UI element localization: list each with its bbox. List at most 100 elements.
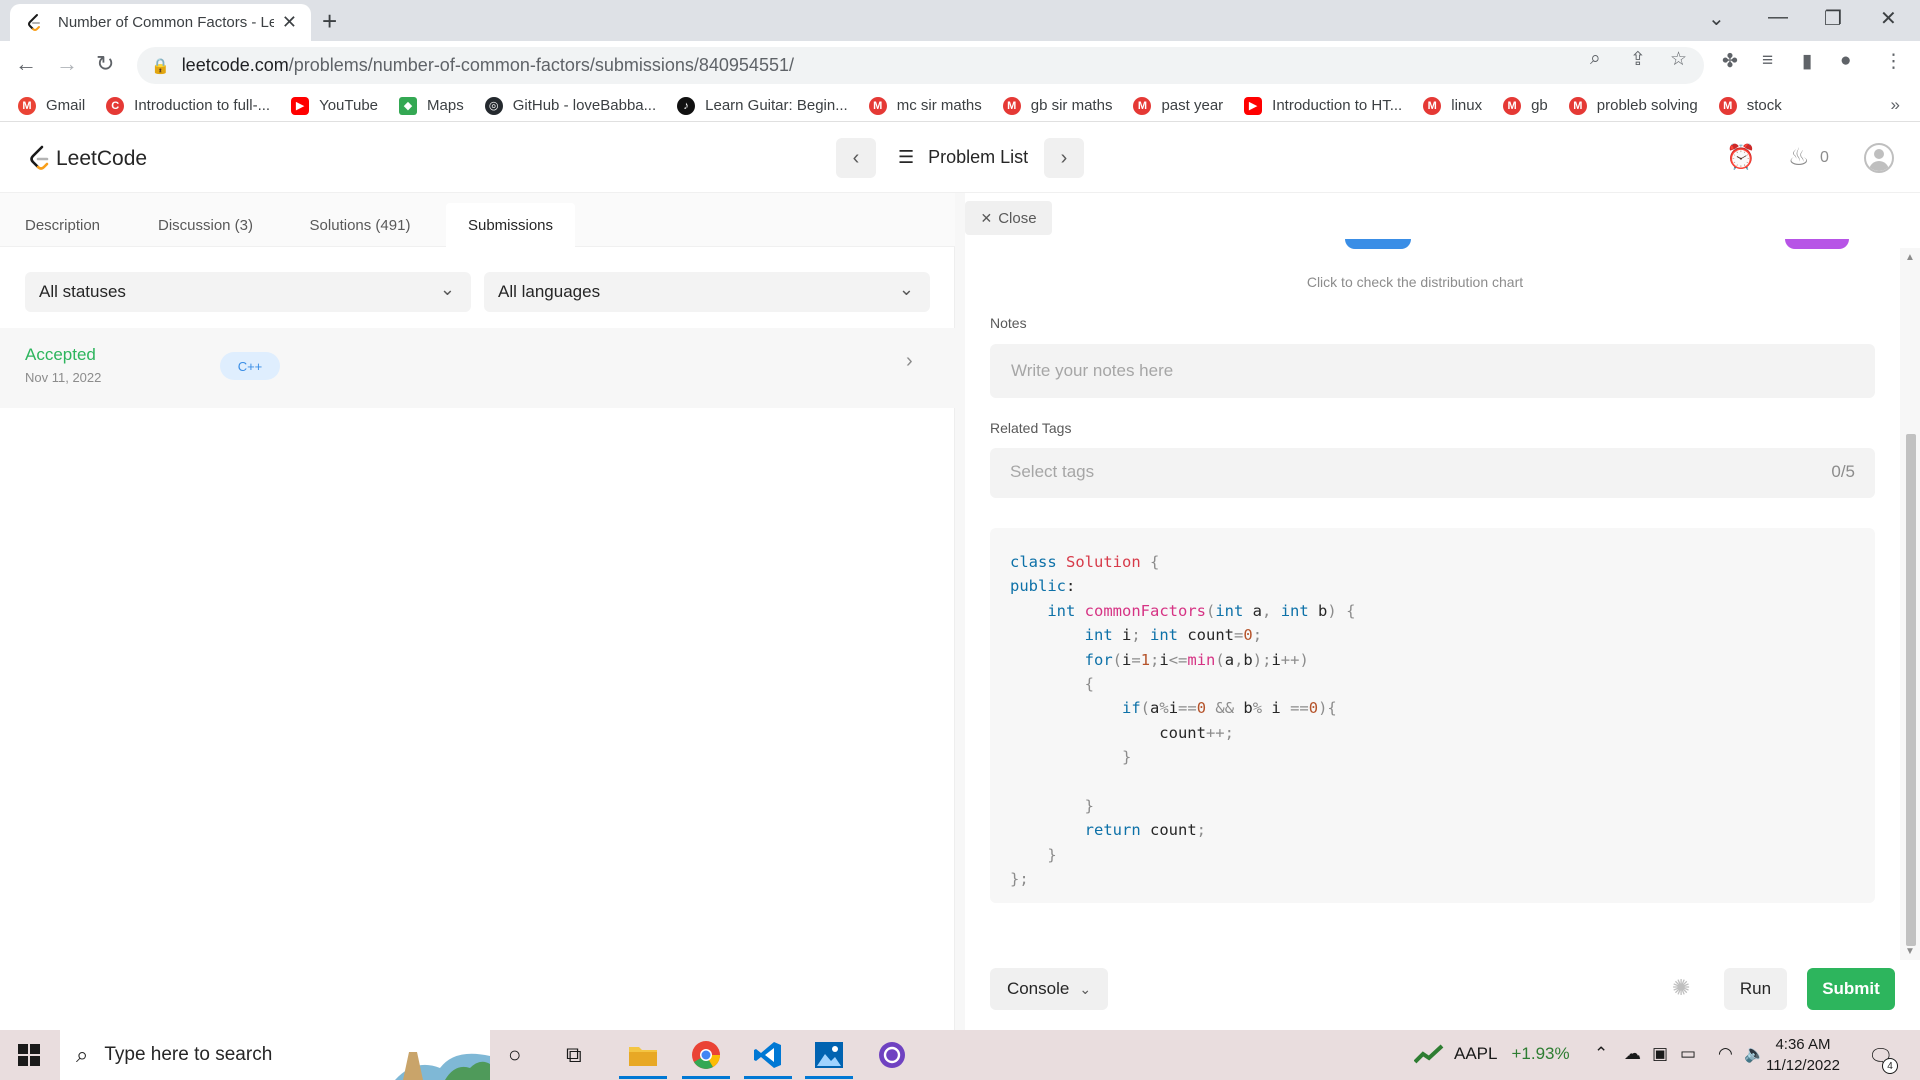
memory-chart-pill[interactable] [1785, 239, 1849, 249]
avatar[interactable] [1864, 143, 1894, 173]
cortana-icon[interactable]: ○ [508, 1042, 521, 1068]
bookmark-past-year[interactable]: Mpast year [1133, 96, 1223, 115]
runtime-chart-pill[interactable] [1345, 239, 1411, 249]
right-pane-scrollbar[interactable]: ▲ ▼ [1900, 248, 1920, 960]
scroll-up-icon[interactable]: ▲ [1905, 252, 1915, 263]
leetcode-logo[interactable]: LeetCode [28, 145, 147, 173]
prev-problem-button[interactable]: ‹ [836, 138, 876, 178]
search-icon[interactable]: ⌕ [1590, 48, 1601, 70]
code-line-11: } [1084, 796, 1094, 815]
meet-now-icon[interactable]: ▣ [1652, 1044, 1668, 1064]
youtube-icon: ▶ [1244, 96, 1263, 115]
github-desktop-icon[interactable] [874, 1038, 910, 1072]
browser-tab-title: Number of Common Factors - Le [58, 14, 274, 31]
bookmark-gb[interactable]: Mgb [1503, 96, 1548, 115]
scroll-down-icon[interactable]: ▼ [1905, 946, 1915, 957]
bookmark-star-icon[interactable]: ☆ [1670, 48, 1687, 71]
media-control-icon[interactable]: ≡ [1762, 50, 1773, 72]
console-button[interactable]: Console ⌄ [990, 968, 1108, 1010]
menu-icon[interactable]: ⋮ [1884, 50, 1903, 73]
bookmark-stock[interactable]: Mstock [1718, 96, 1782, 115]
volume-icon[interactable]: 🔈 [1744, 1044, 1765, 1064]
language-filter-select[interactable]: All languages ⌄ [484, 272, 930, 312]
browser-tab[interactable]: Number of Common Factors - Le ✕ [10, 4, 311, 41]
code-line-12: return count; [1084, 821, 1206, 840]
side-panel-icon[interactable]: ▮ [1802, 50, 1812, 73]
new-tab-icon[interactable]: + [322, 6, 337, 37]
tags-select[interactable]: Select tags 0/5 [990, 448, 1875, 498]
bookmark-problem-solving[interactable]: Mprobleb solving [1568, 96, 1698, 115]
bookmark-mc-sir-maths[interactable]: Mmc sir maths [868, 96, 982, 115]
forward-icon[interactable]: → [56, 51, 78, 77]
bookmark-gb-sir-maths[interactable]: Mgb sir maths [1002, 96, 1112, 115]
url-omnibox[interactable]: 🔒 leetcode.com/problems/number-of-common… [137, 47, 1704, 84]
show-hidden-icons-icon[interactable]: ⌃ [1594, 1044, 1608, 1064]
code-block[interactable]: class Solution { public: int commonFacto… [990, 528, 1875, 903]
tab-submissions[interactable]: Submissions [446, 203, 575, 247]
notification-count-badge: 4 [1882, 1058, 1898, 1074]
share-icon[interactable]: ⇪ [1630, 48, 1646, 71]
stock-widget[interactable]: AAPL +1.93% [1414, 1044, 1570, 1064]
next-problem-button[interactable]: › [1044, 138, 1084, 178]
tab-search-icon[interactable]: ⌄ [1708, 6, 1725, 31]
left-pane: Description Discussion (3) Solutions (49… [0, 193, 955, 1030]
code-line-9: } [1121, 748, 1132, 767]
bookmark-youtube[interactable]: ▶ YouTube [291, 96, 378, 115]
bookmark-intro-html[interactable]: ▶ Introduction to HT... [1244, 96, 1402, 115]
bookmarks-bar: M Gmail C Introduction to full-... ▶ YouTub… [0, 90, 1920, 122]
tab-solutions[interactable]: Solutions (491) [290, 203, 430, 247]
notes-input[interactable]: Write your notes here [990, 344, 1875, 398]
debug-bug-icon[interactable]: ✺ [1672, 975, 1690, 1001]
code-line-13: } [1047, 845, 1057, 864]
code-line-7: if(a%i==0 && b% i ==0){ [1121, 699, 1337, 718]
back-icon[interactable]: ← [15, 51, 37, 77]
close-tab-icon[interactable]: ✕ [282, 12, 297, 33]
code-line-4: int i; int count=0; [1084, 626, 1263, 645]
alarm-clock-icon[interactable]: ⏰ [1726, 143, 1756, 172]
tab-description[interactable]: Description [0, 203, 125, 247]
photos-icon[interactable] [811, 1038, 847, 1072]
bookmark-gmail[interactable]: M Gmail [18, 96, 85, 115]
system-clock[interactable]: 4:36 AM 11/12/2022 [1766, 1034, 1840, 1076]
battery-icon[interactable]: ▭ [1680, 1044, 1696, 1064]
m-icon: M [1002, 96, 1021, 115]
tab-discussion[interactable]: Discussion (3) [142, 203, 269, 247]
run-button[interactable]: Run [1724, 968, 1787, 1010]
bookmark-guitar[interactable]: ♪ Learn Guitar: Begin... [677, 96, 848, 115]
streak-flame-icon[interactable]: ♨ [1788, 143, 1810, 172]
photos-active-indicator [805, 1076, 853, 1079]
restore-icon[interactable]: ❐ [1824, 6, 1842, 31]
scroll-thumb[interactable] [1906, 434, 1916, 946]
task-view-icon[interactable]: ⧉ [566, 1042, 582, 1068]
reload-icon[interactable]: ↻ [96, 51, 114, 77]
minimize-icon[interactable]: — [1768, 6, 1788, 29]
wifi-icon[interactable]: ◠ [1718, 1044, 1733, 1064]
profile-icon[interactable]: ● [1840, 50, 1851, 72]
right-pane: ✕ Close Click to check the distribution … [965, 193, 1920, 1030]
bookmark-intro-full[interactable]: C Introduction to full-... [106, 96, 270, 115]
distribution-chart-link[interactable]: Click to check the distribution chart [965, 274, 1865, 290]
chrome-icon[interactable] [688, 1038, 724, 1072]
problem-list-link[interactable]: ☰ Problem List [898, 147, 1028, 168]
bookmark-github[interactable]: ◎ GitHub - loveBabba... [484, 96, 656, 115]
extensions-icon[interactable]: ✤ [1722, 50, 1738, 73]
submission-row[interactable]: Accepted Nov 11, 2022 C++ › [0, 328, 955, 408]
taskbar-search-placeholder: Type here to search [104, 1044, 273, 1065]
bookmark-maps[interactable]: ◆ Maps [399, 96, 464, 115]
onedrive-icon[interactable]: ☁ [1624, 1044, 1641, 1064]
vscode-icon[interactable] [750, 1038, 786, 1072]
status-filter-select[interactable]: All statuses ⌄ [25, 272, 471, 312]
search-icon: ⌕ [76, 1042, 89, 1067]
windows-start-icon[interactable] [18, 1044, 40, 1066]
chevron-left-icon: ‹ [852, 146, 860, 169]
console-label: Console [1006, 979, 1070, 998]
submit-button[interactable]: Submit [1807, 968, 1895, 1010]
pane-splitter[interactable] [955, 193, 965, 1030]
file-explorer-icon[interactable] [625, 1038, 661, 1072]
more-bookmarks-icon[interactable]: » [1891, 95, 1900, 115]
m-icon: M [1503, 96, 1522, 115]
close-button[interactable]: ✕ Close [965, 201, 1052, 235]
chevron-right-icon: › [906, 350, 913, 372]
bookmark-linux[interactable]: Mlinux [1423, 96, 1482, 115]
window-close-icon[interactable]: ✕ [1880, 6, 1897, 31]
